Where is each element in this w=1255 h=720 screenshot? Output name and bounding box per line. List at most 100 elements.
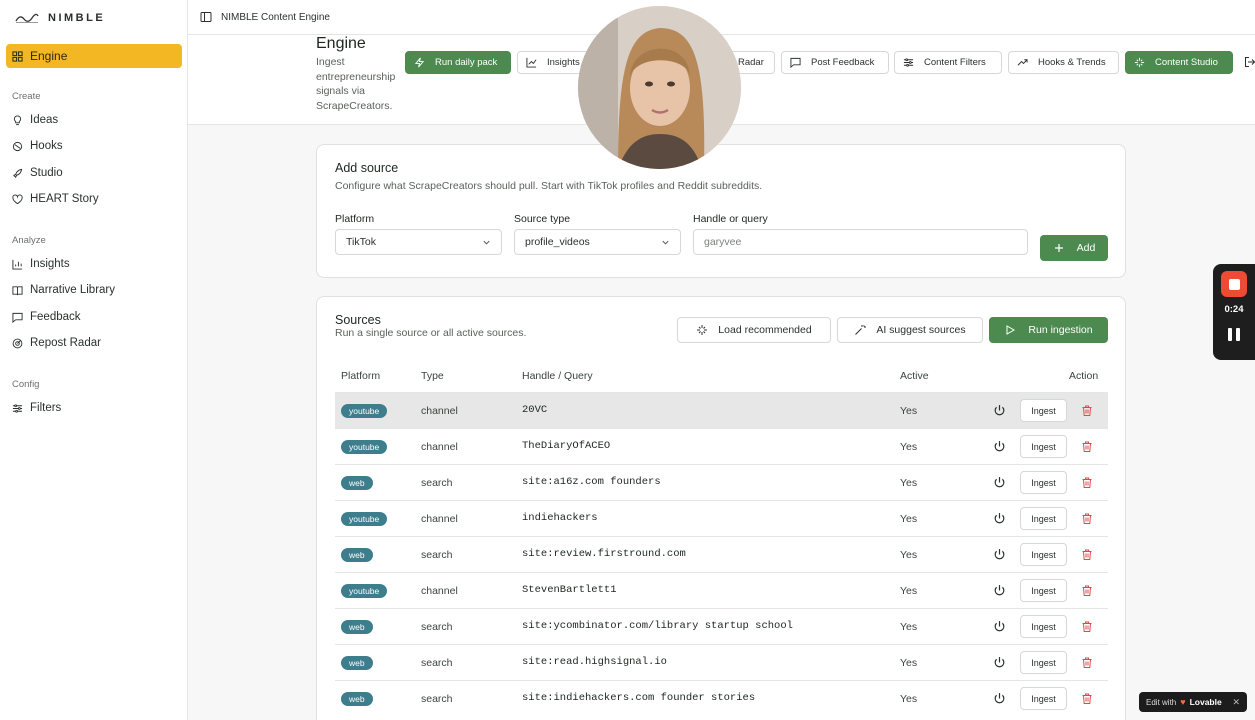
sidebar: NIMBLE Engine Create Ideas Hooks Studio … <box>0 0 188 720</box>
source-type-select[interactable]: profile_videos <box>514 229 681 255</box>
sliders-icon <box>903 58 914 67</box>
type-cell: search <box>421 477 453 489</box>
power-toggle-icon[interactable] <box>993 440 1006 453</box>
hooks-trends-button[interactable]: Hooks & Trends <box>1008 51 1119 74</box>
radar-icon <box>12 338 23 348</box>
power-toggle-icon[interactable] <box>993 512 1006 525</box>
sliders-icon <box>12 403 23 413</box>
power-toggle-icon[interactable] <box>993 548 1006 561</box>
ai-suggest-sources-button[interactable]: AI suggest sources <box>837 317 983 343</box>
ingest-button[interactable]: Ingest <box>1020 579 1067 602</box>
table-row[interactable]: web search site:a16z.com founders Yes Ingest <box>335 464 1108 500</box>
line-chart-icon <box>526 57 537 68</box>
lovable-prefix: Edit with <box>1146 697 1177 707</box>
table-row[interactable]: youtube channel 20VC Yes Ingest <box>335 392 1108 428</box>
power-toggle-icon[interactable] <box>993 404 1006 417</box>
table-row[interactable]: youtube channel indiehackers Yes Ingest <box>335 500 1108 536</box>
power-toggle-icon[interactable] <box>993 584 1006 597</box>
column-header-action: Action <box>1069 370 1099 382</box>
power-toggle-icon[interactable] <box>993 692 1006 705</box>
stop-recording-button[interactable] <box>1221 271 1247 297</box>
chevron-down-icon <box>483 240 490 245</box>
ingest-button[interactable]: Ingest <box>1020 543 1067 566</box>
power-toggle-icon[interactable] <box>993 476 1006 489</box>
handle-input[interactable] <box>693 229 1028 255</box>
sidebar-toggle-icon[interactable] <box>200 11 212 23</box>
heart-icon <box>12 194 23 204</box>
button-label: Hooks & Trends <box>1038 57 1106 68</box>
table-row[interactable]: youtube channel StevenBartlett1 Yes Ingest <box>335 572 1108 608</box>
sidebar-item-insights[interactable]: Insights <box>12 255 70 273</box>
pause-recording-button[interactable] <box>1228 328 1240 341</box>
active-cell: Yes <box>900 657 918 669</box>
button-label: Content Studio <box>1155 57 1218 68</box>
add-source-card: Add source Configure what ScrapeCreators… <box>316 144 1126 278</box>
brand[interactable]: NIMBLE <box>0 0 187 36</box>
table-row[interactable]: web search site:read.highsignal.io Yes Inges… <box>335 644 1108 680</box>
load-recommended-button[interactable]: Load recommended <box>677 317 831 343</box>
trash-icon[interactable] <box>1081 440 1093 453</box>
webcam-overlay <box>578 6 741 169</box>
content-filters-button[interactable]: Content Filters <box>894 51 1002 74</box>
trash-icon[interactable] <box>1081 692 1093 705</box>
source-type-value: profile_videos <box>525 236 590 248</box>
sidebar-item-engine[interactable]: Engine <box>6 44 182 68</box>
sidebar-item-feedback[interactable]: Feedback <box>12 308 81 326</box>
power-toggle-icon[interactable] <box>993 620 1006 633</box>
platform-badge: youtube <box>341 404 388 418</box>
close-icon[interactable]: ✕ <box>1232 697 1240 708</box>
sign-out-icon[interactable] <box>1244 56 1255 68</box>
section-label-config: Config <box>12 379 40 390</box>
sidebar-item-repost-radar[interactable]: Repost Radar <box>12 334 101 352</box>
active-cell: Yes <box>900 693 918 705</box>
type-cell: channel <box>421 513 458 525</box>
run-daily-pack-button[interactable]: Run daily pack <box>405 51 511 74</box>
play-icon <box>1006 325 1016 335</box>
ingest-button[interactable]: Ingest <box>1020 435 1067 458</box>
table-row[interactable]: youtube channel TheDiaryOfACEO Yes Ingest <box>335 428 1108 464</box>
sidebar-item-heart-story[interactable]: HEART Story <box>12 190 99 208</box>
stop-icon <box>1228 278 1240 290</box>
ingest-button[interactable]: Ingest <box>1020 651 1067 674</box>
trash-icon[interactable] <box>1081 656 1093 669</box>
trash-icon[interactable] <box>1081 548 1093 561</box>
table-row[interactable]: web search site:review.firstround.com Yes In… <box>335 536 1108 572</box>
run-ingestion-button[interactable]: Run ingestion <box>989 317 1108 343</box>
active-cell: Yes <box>900 585 918 597</box>
button-label: Run ingestion <box>1028 324 1093 336</box>
ingest-button[interactable]: Ingest <box>1020 507 1067 530</box>
ingest-button[interactable]: Ingest <box>1020 471 1067 494</box>
trash-icon[interactable] <box>1081 620 1093 633</box>
ingest-button[interactable]: Ingest <box>1020 615 1067 638</box>
edit-with-lovable-badge[interactable]: Edit with ♥ Lovable ✕ <box>1139 692 1247 712</box>
trash-icon[interactable] <box>1081 404 1093 417</box>
platform-value: TikTok <box>346 236 376 248</box>
post-feedback-button[interactable]: Post Feedback <box>781 51 889 74</box>
platform-select[interactable]: TikTok <box>335 229 502 255</box>
zap-icon <box>414 57 425 68</box>
content-studio-button[interactable]: Content Studio <box>1125 51 1233 74</box>
wand-icon <box>855 325 867 335</box>
sidebar-item-filters[interactable]: Filters <box>12 399 61 417</box>
column-header-type: Type <box>421 370 444 382</box>
sidebar-item-label: Hooks <box>30 140 63 152</box>
button-label: AI suggest sources <box>876 324 966 336</box>
power-toggle-icon[interactable] <box>993 656 1006 669</box>
trash-icon[interactable] <box>1081 512 1093 525</box>
app-title: NIMBLE Content Engine <box>221 11 330 23</box>
trash-icon[interactable] <box>1081 476 1093 489</box>
page-title: Engine <box>316 35 366 52</box>
ingest-button[interactable]: Ingest <box>1020 399 1067 422</box>
sidebar-item-studio[interactable]: Studio <box>12 164 63 182</box>
trash-icon[interactable] <box>1081 584 1093 597</box>
sidebar-item-ideas[interactable]: Ideas <box>12 111 58 129</box>
ingest-button[interactable]: Ingest <box>1020 687 1067 710</box>
handle-cell: StevenBartlett1 <box>522 584 617 596</box>
sidebar-item-narrative-library[interactable]: Narrative Library <box>12 281 115 299</box>
table-row[interactable]: web search site:ycombinator.com/library st… <box>335 608 1108 644</box>
table-row[interactable]: web search site:indiehackers.com founder s… <box>335 680 1108 716</box>
sidebar-item-hooks[interactable]: Hooks <box>12 137 63 155</box>
plus-icon <box>1054 244 1063 252</box>
add-source-button[interactable]: Add <box>1040 235 1108 261</box>
sources-card: Sources Run a single source or all activ… <box>316 296 1126 720</box>
